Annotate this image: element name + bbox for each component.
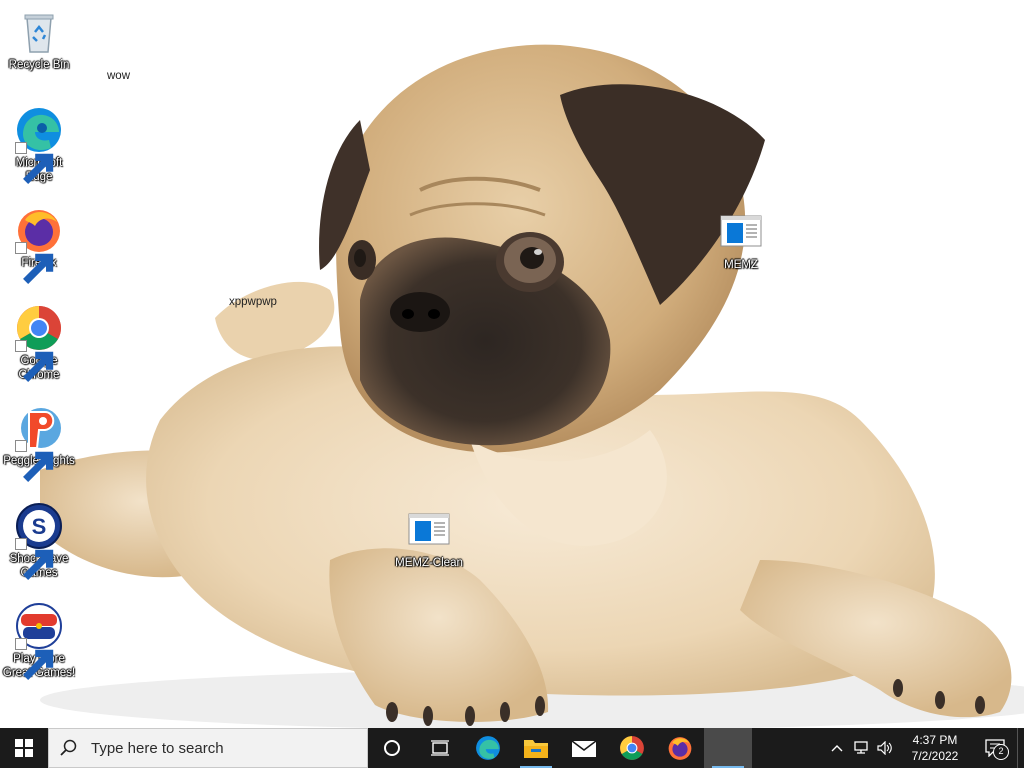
shortcut-arrow-icon [15,638,54,680]
shortcut-arrow-icon [15,142,54,184]
search-input[interactable] [89,738,353,758]
taskbar-running-app-button[interactable] [704,728,752,768]
taskbar-edge-button[interactable] [464,728,512,768]
recycle-bin-icon [15,8,63,56]
desktop-icon-google-chrome[interactable]: Google Chrome [1,304,77,382]
desktop-stray-text-xppwpwp: xppwpwp [229,296,277,308]
chrome-icon [620,736,644,760]
cortana-icon [384,740,400,756]
network-button[interactable] [849,728,873,768]
popcap-icon [15,602,63,680]
desktop-icon-shockwave-games[interactable]: S Shockwave Games [1,502,77,580]
edge-icon [476,736,500,760]
show-hidden-icons-button[interactable] [825,728,849,768]
desktop-icon-label: Recycle Bin [8,59,70,71]
clock-date: 7/2/2022 [911,749,959,763]
edge-icon [15,106,63,184]
system-tray: 4:37 PM 7/2/2022 2 [825,728,1024,768]
action-center-button[interactable]: 2 [973,728,1017,768]
shockwave-icon: S [15,502,63,580]
task-view-button[interactable] [416,728,464,768]
desktop-icon-play-more-great-games[interactable]: Play More Great Games! [1,602,77,680]
pug-wallpaper-image [0,0,1024,728]
desktop-wallpaper [0,0,1024,728]
desktop-icon-microsoft-edge[interactable]: Microsoft Edge [1,106,77,184]
taskbar-chrome-button[interactable] [608,728,656,768]
task-view-icon [431,740,449,756]
file-explorer-icon [524,740,548,758]
desktop-icon-recycle-bin[interactable]: Recycle Bin [1,8,77,72]
search-icon [49,739,89,757]
windows-logo-icon [15,739,33,757]
taskbar-file-explorer-button[interactable] [512,728,560,768]
cortana-button[interactable] [368,728,416,768]
window-app-icon [717,208,765,256]
peggle-icon [15,404,63,482]
shortcut-arrow-icon [15,242,54,284]
taskbar-search-box[interactable] [48,728,368,768]
volume-button[interactable] [873,728,897,768]
desktop-icon-firefox[interactable]: Firefox [1,206,77,284]
start-button[interactable] [0,728,48,768]
desktop-icon-peggle-nights[interactable]: Peggle Nights [1,404,77,482]
shortcut-arrow-icon [15,340,54,382]
taskbar-clock[interactable]: 4:37 PM 7/2/2022 [897,732,973,764]
mail-icon [571,740,597,757]
speaker-icon [877,741,892,755]
desktop-icon-memz[interactable]: MEMZ [703,208,779,272]
window-app-icon [405,506,453,554]
taskbar: 4:37 PM 7/2/2022 2 [0,728,1024,768]
chrome-icon [15,304,63,382]
shortcut-arrow-icon [15,440,54,482]
shortcut-arrow-icon [15,538,54,580]
notification-count-badge: 2 [993,744,1009,760]
desktop-icon-label: MEMZ-Clean [395,557,463,569]
firefox-icon [668,737,692,760]
desktop-icon-label: MEMZ [724,259,758,271]
desktop-icon-memz-clean[interactable]: MEMZ-Clean [391,506,467,570]
show-desktop-button[interactable] [1017,728,1024,768]
svg-text:S: S [32,514,47,539]
desktop-stray-text-wow: wow [107,70,131,82]
chevron-up-icon [831,745,843,752]
taskbar-firefox-button[interactable] [656,728,704,768]
network-icon [854,741,868,754]
firefox-icon [15,206,63,284]
taskbar-mail-button[interactable] [560,728,608,768]
clock-time: 4:37 PM [912,733,958,747]
